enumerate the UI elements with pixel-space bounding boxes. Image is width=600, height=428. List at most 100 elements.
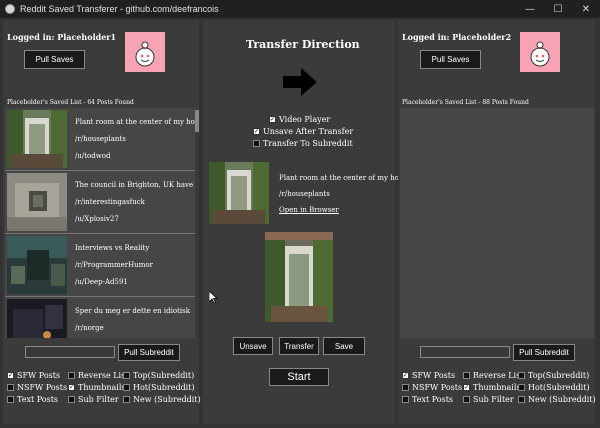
list-item[interactable]: Plant room at the center of my ho /r/hou… [5,108,195,171]
filter-option-5[interactable]: Hot(Subreddit) [123,383,195,392]
app-icon [5,4,15,14]
post-thumbnail [7,110,67,168]
post-thumbnail [7,299,67,338]
filter-option-0[interactable]: ✓ SFW Posts [402,371,455,380]
checkbox-unchecked-icon[interactable] [123,372,130,379]
filter-option-4[interactable]: ✓ Thumbnails [68,383,126,392]
left-list-scrollbar[interactable] [195,108,199,338]
checkbox-label: Top(Subreddit) [528,371,590,380]
right-pull-subreddit-button[interactable]: Pull Subreddit [513,344,575,361]
filter-option-6[interactable]: Text Posts [7,395,58,404]
right-account-panel: Logged in: Placeholder2 Pull Saves Place… [398,20,596,424]
checkbox-checked-icon[interactable]: ✓ [7,372,14,379]
checkbox-unchecked-icon[interactable] [68,372,75,379]
checkbox-label: Reverse List [473,371,524,380]
post-thumbnail [7,236,67,294]
save-button[interactable]: Save [323,337,365,355]
checkbox-unchecked-icon[interactable] [518,396,525,403]
post-title: Plant room at the center of my ho [75,118,195,126]
post-user: /u/Deep-Ad591 [75,278,128,286]
left-subreddit-input[interactable] [25,346,115,358]
filter-option-6[interactable]: Text Posts [402,395,453,404]
checkbox-unchecked-icon[interactable] [7,384,14,391]
open-in-browser-link[interactable]: Open in Browser [279,206,339,214]
preview-thumbnail [209,162,269,224]
checkbox-checked-icon[interactable]: ✓ [269,116,276,123]
left-pull-saves-button[interactable]: Pull Saves [24,50,85,69]
transfer-option-1[interactable]: ✓ Unsave After Transfer [253,127,353,136]
checkbox-label: Transfer To Subreddit [263,139,353,148]
checkbox-unchecked-icon[interactable] [518,384,525,391]
list-item[interactable]: Sper du meg er dette en idiotisk /r/norg… [5,297,195,338]
post-thumbnail [7,173,67,231]
post-user: /u/Xplosiv27 [75,215,119,223]
checkbox-label: NSFW Posts [412,383,463,392]
filter-option-1[interactable]: Reverse List [463,371,523,380]
post-title: The council in Brighton, UK have [75,181,194,189]
filter-option-3[interactable]: NSFW Posts [7,383,67,392]
scrollbar-thumb[interactable] [195,110,199,132]
checkbox-unchecked-icon[interactable] [7,396,14,403]
post-subreddit: /r/interestingasfuck [75,198,145,206]
window-title: Reddit Saved Transferer - github.com/dee… [20,4,219,14]
list-item[interactable]: The council in Brighton, UK have /r/inte… [5,171,195,234]
filter-option-3[interactable]: NSFW Posts [402,383,462,392]
left-pull-subreddit-button[interactable]: Pull Subreddit [118,344,180,361]
checkbox-label: Text Posts [412,395,454,404]
checkbox-label: Thumbnails [78,383,126,392]
left-saved-list[interactable]: Plant room at the center of my ho /r/hou… [5,108,199,338]
video-player[interactable] [265,232,333,322]
right-login-label: Logged in: Placeholder2 [402,32,512,42]
filter-option-2[interactable]: Top(Subreddit) [518,371,589,380]
checkbox-label: Top(Subreddit) [133,371,195,380]
checkbox-checked-icon[interactable]: ✓ [463,384,470,391]
right-saved-list[interactable] [400,108,594,338]
filter-option-1[interactable]: Reverse List [68,371,128,380]
checkbox-unchecked-icon[interactable] [253,140,260,147]
filter-option-0[interactable]: ✓ SFW Posts [7,371,60,380]
app-window: Logged in: Placeholder1 Pull Saves Place… [0,18,600,428]
checkbox-label: Sub Filter [78,395,119,404]
filter-option-5[interactable]: Hot(Subreddit) [518,383,590,392]
left-login-label: Logged in: Placeholder1 [7,32,117,42]
unsave-button[interactable]: Unsave [233,337,273,355]
checkbox-checked-icon[interactable]: ✓ [68,384,75,391]
transfer-direction-arrow-icon[interactable] [283,68,317,96]
right-pull-saves-button[interactable]: Pull Saves [420,50,481,69]
checkbox-label: Hot(Subreddit) [133,383,195,392]
checkbox-unchecked-icon[interactable] [123,396,130,403]
checkbox-label: Unsave After Transfer [263,127,354,136]
post-title: Interviews vs Reality [75,244,150,252]
filter-option-8[interactable]: New (Subreddit) [123,395,201,404]
right-saved-list-label: Placeholder's Saved List - 88 Posts Foun… [402,99,529,106]
checkbox-checked-icon[interactable]: ✓ [253,128,260,135]
checkbox-unchecked-icon[interactable] [518,372,525,379]
filter-option-4[interactable]: ✓ Thumbnails [463,383,521,392]
checkbox-unchecked-icon[interactable] [123,384,130,391]
checkbox-unchecked-icon[interactable] [402,384,409,391]
filter-option-7[interactable]: Sub Filter [68,395,119,404]
post-user: /u/todwod [75,152,111,160]
maximize-button[interactable]: ☐ [544,0,572,18]
transfer-option-2[interactable]: Transfer To Subreddit [253,139,353,148]
close-button[interactable]: ✕ [572,0,600,18]
right-subreddit-input[interactable] [420,346,510,358]
minimize-button[interactable]: — [516,0,544,18]
left-avatar [125,32,165,72]
filter-option-8[interactable]: New (Subreddit) [518,395,596,404]
title-bar: Reddit Saved Transferer - github.com/dee… [0,0,600,18]
transfer-direction-heading: Transfer Direction [246,38,360,51]
filter-option-2[interactable]: Top(Subreddit) [123,371,194,380]
checkbox-unchecked-icon[interactable] [68,396,75,403]
checkbox-unchecked-icon[interactable] [463,372,470,379]
transfer-option-0[interactable]: ✓ Video Player [269,115,330,124]
checkbox-unchecked-icon[interactable] [402,396,409,403]
left-account-panel: Logged in: Placeholder1 Pull Saves Place… [3,20,201,424]
filter-option-7[interactable]: Sub Filter [463,395,514,404]
start-button[interactable]: Start [269,368,329,386]
post-title: Sper du meg er dette en idiotisk [75,307,190,315]
checkbox-unchecked-icon[interactable] [463,396,470,403]
list-item[interactable]: Interviews vs Reality /r/ProgrammerHumor… [5,234,195,297]
checkbox-checked-icon[interactable]: ✓ [402,372,409,379]
transfer-button[interactable]: Transfer [279,337,319,355]
